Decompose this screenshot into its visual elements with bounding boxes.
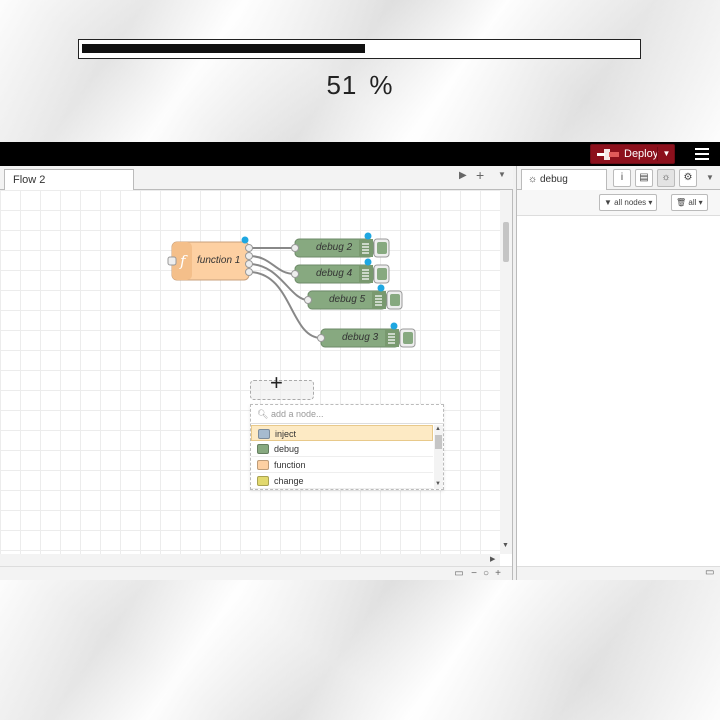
search-result-label: function [274, 460, 306, 470]
tab-flow[interactable]: Flow 2 [4, 169, 134, 191]
navigator-icon[interactable]: ▭ [453, 568, 465, 579]
clear-label: all [688, 198, 697, 207]
node-search-results: inject debug function change [251, 425, 433, 489]
debug-node-label[interactable]: debug 4 [316, 268, 352, 279]
deploy-icon [597, 149, 619, 160]
chevron-down-icon: ▾ [648, 198, 653, 207]
add-flow-icon[interactable]: + [476, 167, 484, 183]
inject-node-icon [258, 429, 270, 439]
paper-background-bottom [0, 580, 720, 720]
debug-toolbar: ▼ all nodes ▾ 🗑︎ all ▾ [517, 190, 720, 216]
chevron-down-icon: ▾ [698, 198, 703, 207]
progress-bar-fill [82, 44, 365, 53]
flow-canvas[interactable]: f function 1 debug 2 debug 4 debug 5 deb… [0, 190, 500, 554]
search-result-inject[interactable]: inject [251, 425, 433, 441]
bug-icon: ☼ [528, 174, 538, 185]
search-result-label: debug [274, 444, 300, 454]
filter-icon: ▼ [604, 198, 612, 207]
function-node-label[interactable]: function 1 [197, 255, 240, 266]
search-result-label: inject [275, 429, 297, 439]
tab-label: Flow 2 [13, 174, 46, 186]
deploy-button[interactable]: Deploy ▼ [590, 144, 675, 164]
info-icon[interactable]: i [613, 169, 631, 187]
debug-node-label[interactable]: debug 2 [316, 242, 352, 253]
vertical-scroll-thumb[interactable] [503, 222, 509, 262]
deploy-label: Deploy [624, 148, 659, 160]
workspace: Flow 2 ▶ + ▼ f function 1 debug 2 debug … [0, 166, 513, 580]
main-menu-icon[interactable] [695, 148, 709, 160]
search-result-change[interactable]: change [251, 473, 433, 489]
deploy-menu-caret-icon[interactable]: ▼ [657, 147, 675, 161]
editor-header: Deploy ▼ [0, 142, 720, 166]
workspace-footer: ▭ − ○ + [0, 566, 512, 580]
sidebar: ☼ debug i ▤ ☼ ⚙ ▼ ▼ all nodes ▾ 🗑︎ all ▾… [516, 166, 720, 580]
zoom-in-icon[interactable]: + [492, 568, 504, 579]
search-result-label: change [274, 476, 304, 486]
scroll-up-icon[interactable]: ▲ [435, 426, 441, 432]
search-result-function[interactable]: function [251, 457, 433, 473]
popout-icon[interactable]: ▭ [705, 567, 714, 578]
crosshair-cursor-icon: + [270, 370, 283, 395]
tab-debug[interactable]: ☼ debug [521, 169, 607, 191]
progress-value: 51 [326, 70, 358, 100]
scroll-right-icon[interactable]: ▶ [490, 555, 495, 563]
debug-bug-icon[interactable]: ☼ [657, 169, 675, 187]
clear-messages-button[interactable]: 🗑︎ all ▾ [671, 194, 708, 211]
sidebar-tab-label: debug [539, 174, 568, 185]
progress-bar [78, 39, 641, 59]
sidebar-tabbar: ☼ debug i ▤ ☼ ⚙ ▼ [517, 166, 720, 191]
debug-node-label[interactable]: debug 5 [329, 294, 365, 305]
search-results-scrollbar[interactable]: ▲ ▼ [434, 425, 443, 489]
search-result-debug[interactable]: debug [251, 441, 433, 457]
search-placeholder: add a node... [270, 409, 324, 419]
type-search-dialog: 🔍︎ add a node... inject debug function c… [250, 404, 444, 490]
book-icon[interactable]: ▤ [635, 169, 653, 187]
change-node-icon [257, 476, 269, 486]
canvas-vertical-scrollbar[interactable]: ▼ [500, 190, 512, 554]
progress-label: 51% [0, 70, 720, 101]
filter-nodes-button[interactable]: ▼ all nodes ▾ [599, 194, 658, 211]
progress-percent-sign: % [369, 70, 394, 100]
zoom-reset-icon[interactable]: ○ [480, 568, 492, 579]
gear-icon[interactable]: ⚙ [679, 169, 697, 187]
scroll-down-icon[interactable]: ▼ [502, 542, 509, 549]
flow-graph: f [167, 232, 416, 348]
function-node-icon [257, 460, 269, 470]
scroll-tabs-icon[interactable]: ▶ [459, 170, 467, 181]
filter-label: all nodes [614, 198, 647, 207]
search-scroll-thumb[interactable] [435, 435, 442, 449]
scroll-down-icon[interactable]: ▼ [435, 481, 441, 487]
flow-list-icon[interactable]: ▼ [498, 170, 506, 179]
sidebar-menu-caret-icon[interactable]: ▼ [706, 173, 714, 182]
zoom-out-icon[interactable]: − [468, 568, 480, 579]
debug-node-icon [257, 444, 269, 454]
canvas-horizontal-scrollbar[interactable]: ▶ [0, 554, 500, 566]
workspace-tabbar: Flow 2 ▶ + ▼ [0, 166, 513, 191]
sidebar-footer: ▭ [517, 566, 720, 580]
node-search-input[interactable]: 🔍︎ add a node... [251, 405, 443, 424]
debug-node-label[interactable]: debug 3 [342, 332, 378, 343]
search-icon: 🔍︎ [257, 409, 269, 419]
trash-icon: 🗑︎ [676, 198, 687, 207]
